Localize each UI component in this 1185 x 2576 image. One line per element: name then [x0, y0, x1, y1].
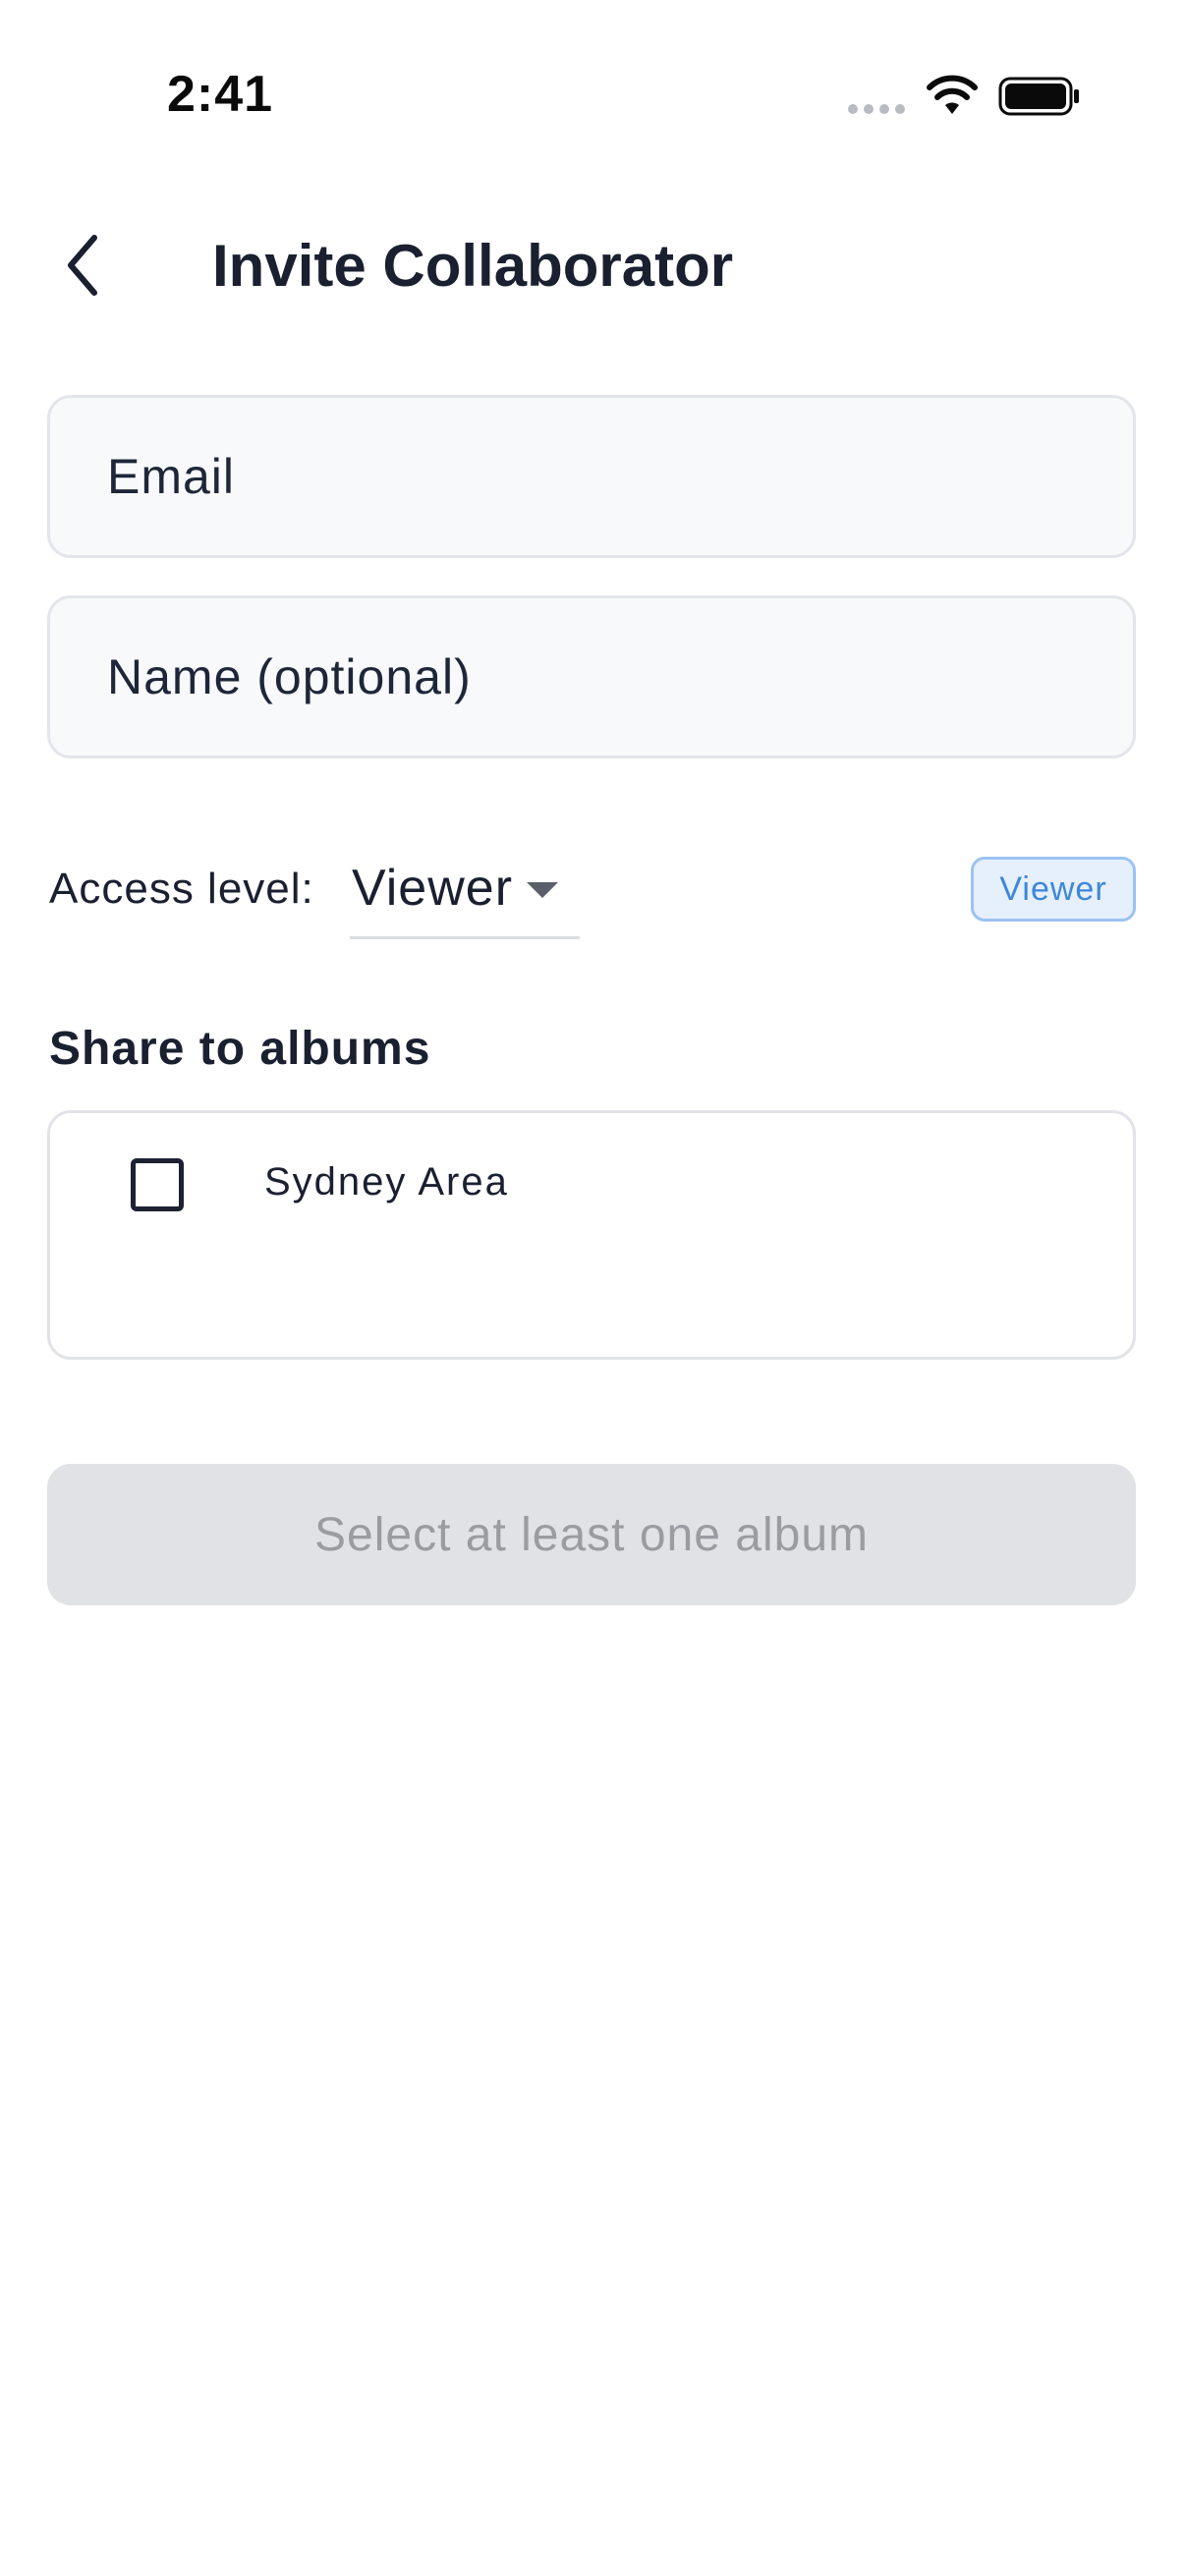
battery-icon	[998, 77, 1079, 116]
name-field-container	[47, 595, 1136, 758]
access-level-badge: Viewer	[971, 857, 1136, 922]
share-to-albums-heading: Share to albums	[49, 1023, 431, 1075]
invite-submit-button[interactable]: Select at least one album	[47, 1464, 1136, 1605]
album-item-sydney-area[interactable]: Sydney Area	[50, 1113, 1133, 1260]
email-field-container	[47, 395, 1136, 558]
back-button[interactable]	[51, 224, 114, 307]
name-field[interactable]	[50, 598, 1133, 756]
caret-down-icon	[527, 882, 558, 898]
cellular-signal-icon	[848, 104, 905, 114]
wifi-icon	[927, 75, 978, 114]
album-checkbox[interactable]	[131, 1158, 184, 1211]
page-title: Invite Collaborator	[212, 233, 734, 299]
status-time: 2:41	[167, 66, 274, 123]
albums-list: Sydney Area	[47, 1110, 1136, 1360]
email-field[interactable]	[50, 398, 1133, 555]
chevron-left-icon	[68, 235, 97, 296]
access-level-dropdown[interactable]: Viewer	[350, 851, 580, 939]
album-item-label: Sydney Area	[264, 1160, 509, 1204]
access-level-label: Access level:	[49, 865, 314, 913]
access-level-selected-value: Viewer	[352, 860, 514, 917]
